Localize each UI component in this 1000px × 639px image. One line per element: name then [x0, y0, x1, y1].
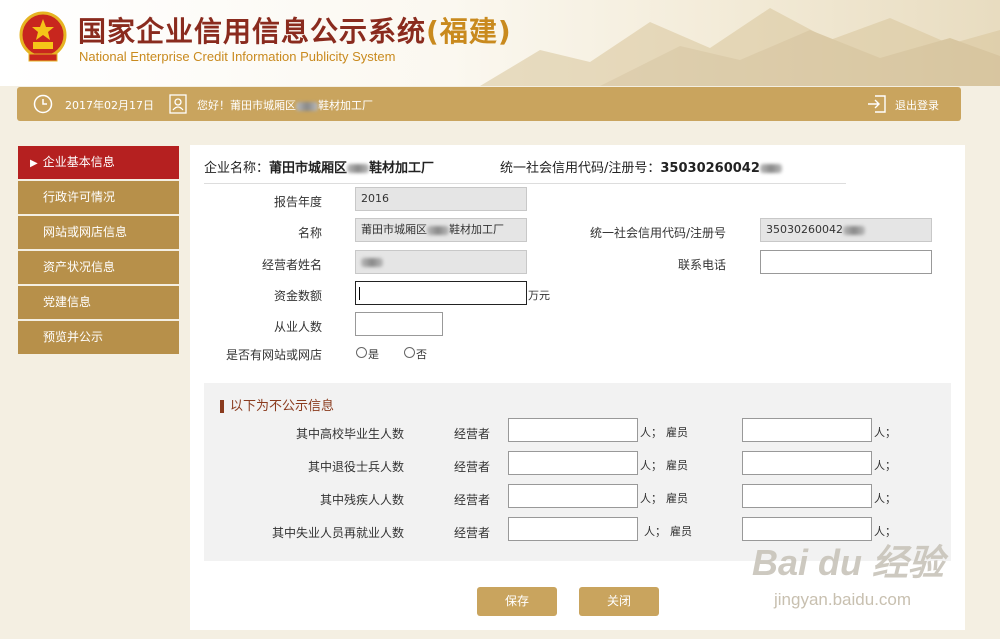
watermark-logo-text: Bai du 经验 [752, 542, 945, 583]
redacted-mask [427, 225, 449, 235]
graduates-operator-input[interactable] [508, 418, 638, 442]
operator-label: 经营者 [453, 460, 490, 474]
veterans-operator-input[interactable] [508, 451, 638, 475]
sidebar-item-preview[interactable]: 预览并公示 [18, 321, 179, 354]
operator-label: 经营者 [453, 493, 490, 507]
employees-label: 从业人数 [273, 320, 322, 334]
enterprise-name-suffix: 鞋材加工厂 [369, 161, 435, 176]
unit-label: 人； [874, 459, 896, 472]
sidebar-nav: ▶ 企业基本信息 行政许可情况 网站或网店信息 资产状况信息 党建信息 预览并公示 [18, 146, 179, 356]
credit-code-label: 统一社会信用代码/注册号： [500, 161, 661, 176]
employee-label: 雇员 [666, 426, 688, 439]
graduates-employee-input[interactable] [742, 418, 872, 442]
redacted-mask [296, 101, 318, 111]
report-year-field: 2016 [355, 187, 527, 211]
capital-unit: 万元 [528, 289, 550, 302]
logout-link[interactable]: 退出登录 [895, 97, 939, 113]
website-yes-radio[interactable] [356, 347, 367, 358]
unit-label: 人； [640, 426, 662, 439]
enterprise-name-label: 企业名称： [204, 161, 270, 176]
reemployed-operator-input[interactable] [508, 517, 638, 541]
greeting-prefix: 您好！莆田市城厢区 [197, 99, 296, 112]
graduates-label: 其中高校毕业生人数 [295, 427, 404, 441]
logout-icon[interactable] [867, 95, 887, 113]
credit-code-summary: 统一社会信用代码/注册号：35030260042 [500, 157, 782, 176]
enterprise-name-prefix: 莆田市城厢区 [269, 161, 348, 176]
redacted-mask [347, 164, 370, 173]
disabled-operator-input[interactable] [508, 484, 638, 508]
report-year-label: 报告年度 [274, 195, 323, 209]
close-button[interactable]: 关闭 [579, 587, 659, 616]
title-cn-main: 国家企业信用信息公示系统 [78, 15, 427, 48]
website-label: 是否有网站或网店 [225, 348, 322, 362]
watermark-url: jingyan.baidu.com [774, 590, 912, 609]
site-title-en: National Enterprise Credit Information P… [79, 49, 396, 64]
greeting-suffix: 鞋材加工厂 [318, 99, 373, 112]
clock-icon [33, 94, 53, 114]
credit-code-field-value: 35030260042 [766, 223, 843, 236]
employee-label: 雇员 [666, 492, 688, 505]
sidebar-item-party[interactable]: 党建信息 [18, 286, 179, 319]
disabled-label: 其中残疾人人数 [319, 493, 404, 507]
unit-label: 人； [874, 426, 896, 439]
operator-label: 经营者 [453, 427, 490, 441]
user-icon [169, 94, 187, 114]
baidu-jingyan-watermark: Bai du 经验 jingyan.baidu.com [752, 534, 945, 609]
operator-label: 经营者 [453, 526, 490, 540]
phone-label: 联系电话 [677, 258, 726, 272]
disabled-employee-input[interactable] [742, 484, 872, 508]
non-public-title: 以下为不公示信息 [220, 400, 334, 413]
sidebar-item-license[interactable]: 行政许可情况 [18, 181, 179, 214]
sidebar-item-website[interactable]: 网站或网店信息 [18, 216, 179, 249]
name-label: 名称 [297, 226, 322, 240]
unit-label: 人； [640, 459, 662, 472]
enterprise-name-summary: 企业名称：莆田市城厢区 鞋材加工厂 [204, 157, 434, 176]
capital-label: 资金数额 [273, 289, 322, 303]
capital-input[interactable] [355, 281, 527, 305]
operator-name-label: 经营者姓名 [261, 258, 322, 272]
site-title: 国家企业信用信息公示系统(福建) [78, 10, 512, 50]
unit-label: 人； [640, 492, 662, 505]
veterans-label: 其中退役士兵人数 [307, 460, 404, 474]
current-date: 2017年02月17日 [65, 99, 154, 112]
caret-right-icon: ▶ [30, 158, 38, 169]
site-header: 国家企业信用信息公示系统(福建) National Enterprise Cre… [0, 0, 1000, 86]
sidebar-item-label: 企业基本信息 [42, 155, 115, 169]
name-field: 莆田市城厢区 鞋材加工厂 [355, 218, 527, 242]
greeting-text: 您好！莆田市城厢区 鞋材加工厂 [197, 97, 373, 113]
credit-code-value: 35030260042 [660, 161, 760, 176]
credit-code-field: 35030260042 [760, 218, 932, 242]
unit-label: 人； [644, 525, 666, 538]
website-no-label: 否 [416, 348, 427, 361]
reemployed-label: 其中失业人员再就业人数 [271, 526, 404, 540]
credit-code-field-label: 统一社会信用代码/注册号 [589, 226, 726, 240]
unit-label: 人； [874, 492, 896, 505]
mountain-landscape-decoration [480, 8, 1000, 86]
employee-label: 雇员 [670, 525, 692, 538]
save-button[interactable]: 保存 [477, 587, 557, 616]
website-yes-label: 是 [368, 348, 379, 361]
sidebar-item-basic-info[interactable]: ▶ 企业基本信息 [18, 146, 179, 179]
sidebar-item-assets[interactable]: 资产状况信息 [18, 251, 179, 284]
name-prefix: 莆田市城厢区 [361, 223, 427, 236]
redacted-mask [759, 164, 782, 173]
national-emblem-icon [19, 11, 67, 62]
divider [204, 183, 846, 184]
operator-name-field [355, 250, 527, 274]
redacted-mask [842, 225, 865, 235]
employee-label: 雇员 [666, 459, 688, 472]
website-no-radio[interactable] [404, 347, 415, 358]
phone-input[interactable] [760, 250, 932, 274]
redacted-mask [361, 257, 383, 267]
name-suffix: 鞋材加工厂 [449, 223, 504, 236]
user-info-bar: 2017年02月17日 您好！莆田市城厢区 鞋材加工厂 退出登录 [17, 87, 961, 121]
employees-input[interactable] [355, 312, 443, 336]
veterans-employee-input[interactable] [742, 451, 872, 475]
title-province: (福建) [426, 15, 512, 48]
